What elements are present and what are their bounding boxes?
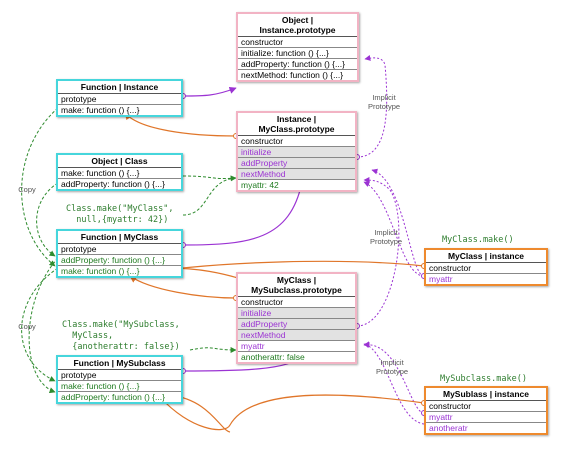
box-title: MyClass | MySubclass.prototype: [238, 274, 355, 297]
field-make: make: function () {...}: [58, 168, 181, 179]
field-myattr: myattr: [429, 274, 453, 284]
box-title: Function | MyClass: [58, 231, 181, 244]
copy-label: Copy: [18, 185, 36, 194]
implicit-proto-mysubclass: [356, 177, 400, 327]
field-initialize: initialize: [238, 308, 355, 319]
field-constructor: constructor: [238, 136, 355, 147]
field-addproperty: addProperty: function () {...}: [58, 255, 181, 266]
function-instance-box: Function | Instance prototype make: func…: [56, 79, 183, 117]
field-anotherattr: anotherattr: false: [241, 352, 305, 362]
link-fn-instance-prototype: [182, 86, 237, 97]
myclass-instance-box: MyClass | instance constructor myattr: [424, 248, 548, 286]
field-addproperty: addProperty: function () {...}: [61, 392, 165, 402]
field-addproperty: addProperty: [238, 319, 355, 330]
myclass-prototype-box: Instance | MyClass.prototype constructor…: [236, 111, 357, 192]
object-instance-prototype-box: Object | Instance.prototype constructor …: [236, 12, 359, 82]
box-title: Function | MySubclass: [58, 357, 181, 370]
implicit-prototype-label: Implicit Prototype: [369, 228, 403, 246]
field-myattr: myattr: [426, 412, 546, 423]
field-make: make: function () {...}: [61, 266, 140, 276]
field-nextmethod: nextMethod: [238, 169, 355, 180]
field-myattr: myattr: [238, 341, 355, 352]
field-constructor: constructor: [426, 263, 546, 274]
implicit-prototype-label: Implicit Prototype: [375, 358, 409, 376]
box-title: Object | Class: [58, 155, 181, 168]
code-mysubclass-make-call: MySubclass.make(): [440, 374, 527, 384]
code-make-myclass: Class.make("MyClass", null,{myattr: 42}): [66, 204, 174, 225]
field-nextmethod: nextMethod: function () {...}: [241, 70, 344, 80]
box-title: Function | Instance: [58, 81, 181, 94]
object-class-box: Object | Class make: function () {...} a…: [56, 153, 183, 191]
field-make: make: function () {...}: [61, 105, 140, 115]
field-myattr: myattr: 42: [241, 180, 279, 190]
field-prototype: prototype: [58, 94, 181, 105]
field-constructor: constructor: [238, 297, 355, 308]
mysubclass-instance-box: MySublass | instance constructor myattr …: [424, 386, 548, 435]
box-title: MyClass | instance: [426, 250, 546, 263]
field-addproperty: addProperty: [238, 158, 355, 169]
function-mysubclass-box: Function | MySubclass prototype make: fu…: [56, 355, 183, 404]
copy-link-addproperty: [36, 182, 59, 257]
mixin-link-mysubclass: [189, 346, 237, 353]
field-initialize: initialize: function () {...}: [238, 48, 357, 59]
field-anotherattr: anotheratr: [429, 423, 468, 433]
copy-label: Copy: [18, 322, 36, 331]
field-nextmethod: nextMethod: [238, 330, 355, 341]
implicit-proto-mysubclass-instance: [363, 341, 425, 414]
mixin-link-myclass: [182, 175, 237, 216]
field-constructor: constructor: [426, 401, 546, 412]
box-title: Object | Instance.prototype: [238, 14, 357, 37]
box-title: Instance | MyClass.prototype: [238, 113, 355, 136]
code-make-mysubclass: Class.make("MySubclass, MyClass, {anothe…: [62, 320, 180, 352]
mysubclass-prototype-box: MyClass | MySubclass.prototype construct…: [236, 272, 357, 364]
code-myclass-make-call: MyClass.make(): [442, 235, 514, 245]
function-myclass-box: Function | MyClass prototype addProperty…: [56, 229, 183, 278]
constructor-link-mysubclass-proto: [129, 275, 237, 299]
obj-class-addproperty-link: [182, 175, 237, 180]
field-addproperty: addProperty: function () {...}: [61, 179, 165, 189]
constructor-link-mysubclass-instance: [159, 394, 425, 431]
implicit-proto-myclass-instance: [371, 168, 425, 277]
field-addproperty: addProperty: function () {...}: [238, 59, 357, 70]
field-make: make: function () {...}: [58, 381, 181, 392]
field-initialize: initialize: [238, 147, 355, 158]
box-title: MySublass | instance: [426, 388, 546, 401]
field-prototype: prototype: [58, 370, 181, 381]
myattr-link-2: [363, 342, 425, 425]
field-prototype: prototype: [58, 244, 181, 255]
implicit-prototype-label: Implicit Prototype: [367, 93, 401, 111]
field-constructor: constructor: [238, 37, 357, 48]
